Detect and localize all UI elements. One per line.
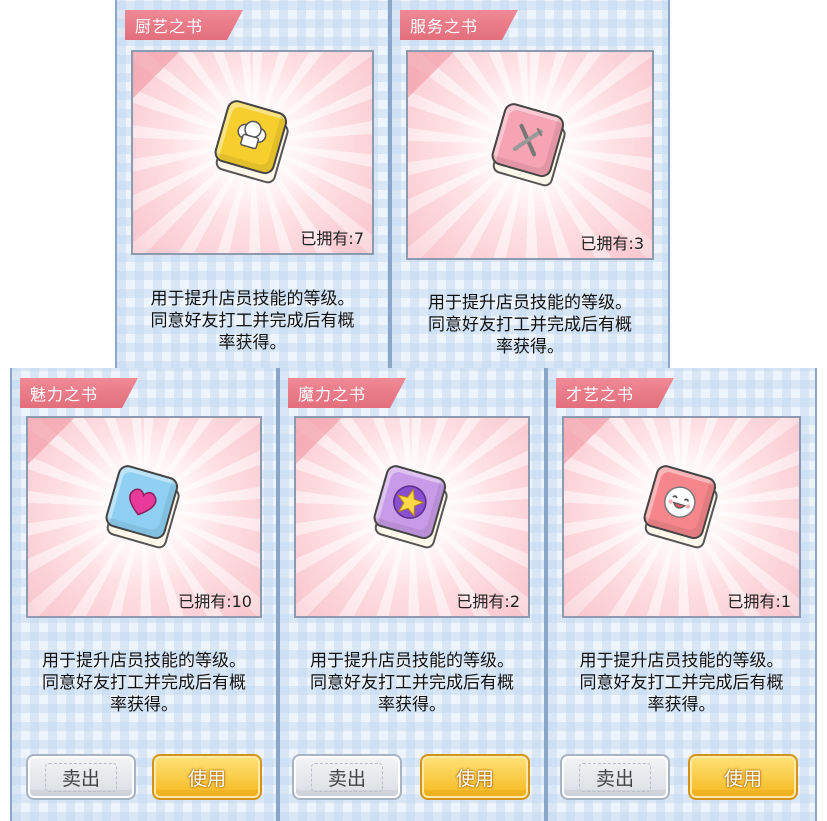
item-card-talent-book: 才艺之书 已拥有:1 用于提升店员技能的等级。 同意好友打工并完成后有概 率获得… bbox=[546, 368, 817, 821]
card-title: 服务之书 bbox=[410, 17, 479, 36]
use-button[interactable]: 使用 bbox=[152, 754, 262, 800]
item-card-magic-book: 魔力之书 已拥有:2 用于提升店员技能的等级。 同意好友打工并完成后有概 率获得… bbox=[278, 368, 546, 821]
owned-count: 已拥有:2 bbox=[456, 592, 520, 611]
owned-count: 已拥有:7 bbox=[300, 229, 364, 248]
sell-button[interactable]: 卖出 bbox=[292, 754, 402, 800]
card-title-tab: 魔力之书 bbox=[288, 378, 406, 408]
item-description: 用于提升店员技能的等级。 同意好友打工并完成后有概 率获得。 bbox=[428, 293, 632, 357]
card-title-tab: 服务之书 bbox=[400, 10, 518, 40]
item-image-frame: 已拥有:1 bbox=[562, 416, 801, 618]
card-title-tab: 才艺之书 bbox=[556, 378, 674, 408]
card-title: 魅力之书 bbox=[30, 385, 99, 404]
card-title: 才艺之书 bbox=[566, 385, 635, 404]
chef-hat-icon bbox=[236, 121, 266, 150]
card-title-tab: 厨艺之书 bbox=[125, 10, 243, 40]
item-card-charm-book: 魅力之书 已拥有:10 用于提升店员技能的等级。 同意好友打工并完成后有概 率获… bbox=[10, 368, 278, 821]
item-image-frame: 已拥有:10 bbox=[26, 416, 262, 618]
item-description: 用于提升店员技能的等级。 同意好友打工并完成后有概 率获得。 bbox=[310, 651, 514, 715]
smiley-face-icon bbox=[663, 486, 696, 518]
use-button[interactable]: 使用 bbox=[420, 754, 530, 800]
heart-icon bbox=[129, 488, 157, 516]
fork-knife-icon bbox=[512, 123, 543, 157]
item-image-frame: 已拥有:7 bbox=[131, 50, 374, 255]
card-title: 魔力之书 bbox=[298, 385, 367, 404]
star-icon bbox=[393, 485, 427, 519]
owned-count: 已拥有:10 bbox=[178, 592, 252, 611]
item-description: 用于提升店员技能的等级。 同意好友打工并完成后有概 率获得。 bbox=[42, 651, 246, 715]
item-description: 用于提升店员技能的等级。 同意好友打工并完成后有概 率获得。 bbox=[579, 651, 784, 715]
sell-button[interactable]: 卖出 bbox=[26, 754, 136, 800]
use-button[interactable]: 使用 bbox=[688, 754, 798, 800]
item-description: 用于提升店员技能的等级。 同意好友打工并完成后有概 率获得。 bbox=[150, 289, 355, 353]
owned-count: 已拥有:1 bbox=[727, 592, 791, 611]
sell-button[interactable]: 卖出 bbox=[560, 754, 670, 800]
card-title: 厨艺之书 bbox=[135, 17, 204, 36]
item-card-cooking-book: 厨艺之书 已拥有:7 用于提升店员技能的等级。 同意好友打工并完成后有概 率获得… bbox=[115, 0, 390, 370]
item-image-frame: 已拥有:3 bbox=[406, 50, 654, 260]
card-title-tab: 魅力之书 bbox=[20, 378, 138, 408]
owned-count: 已拥有:3 bbox=[580, 234, 644, 253]
item-image-frame: 已拥有:2 bbox=[294, 416, 530, 618]
item-card-service-book: 服务之书 已拥有:3 用于提升店员技能的等级。 同意好友打工并完成后有概 率获得… bbox=[390, 0, 670, 370]
